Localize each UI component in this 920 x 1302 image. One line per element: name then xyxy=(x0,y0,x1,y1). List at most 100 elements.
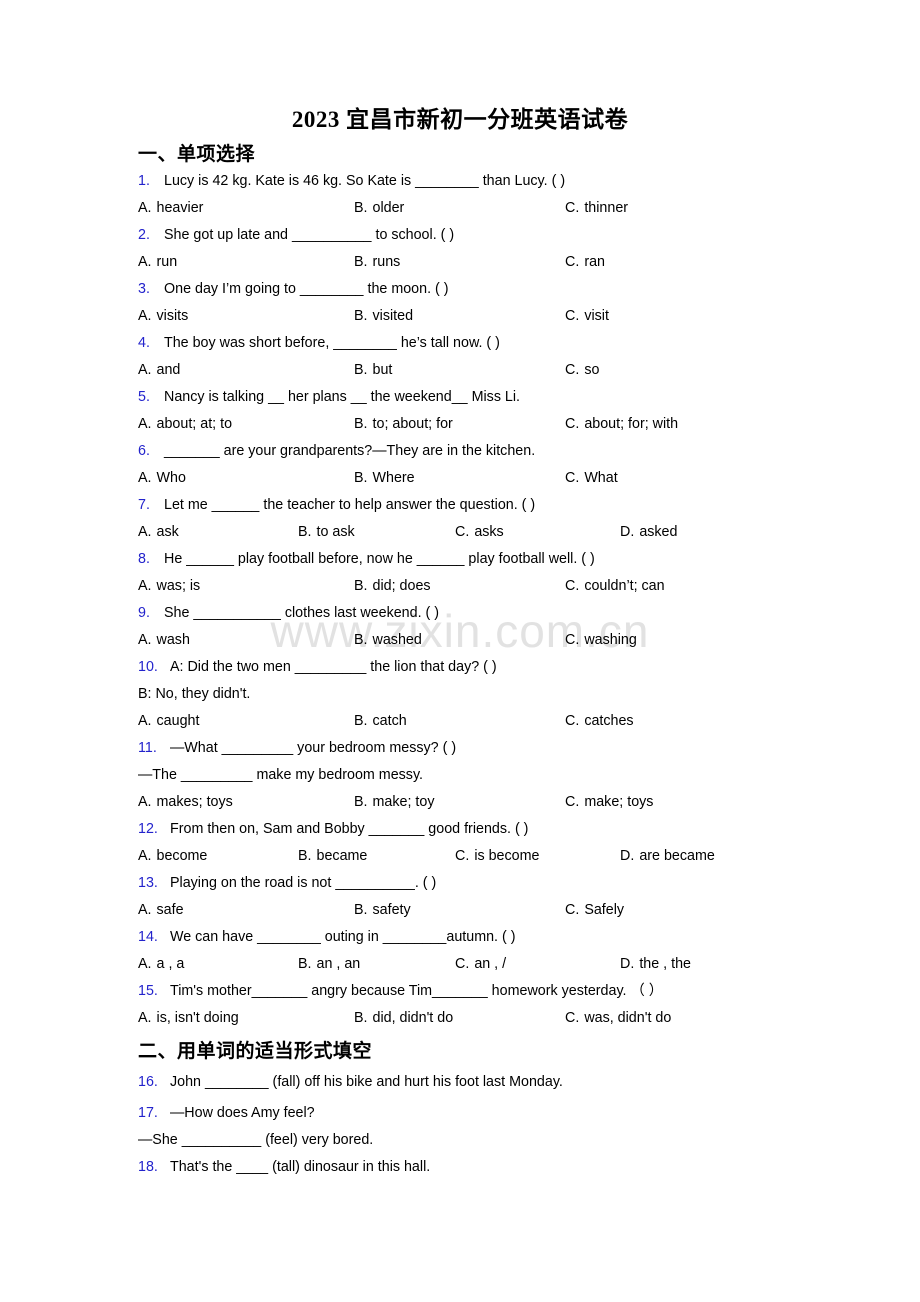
options-row-13: A. safe B. safety C. Safely xyxy=(0,897,920,924)
option-b[interactable]: B. to ask xyxy=(298,519,355,546)
option-c[interactable]: C. visit xyxy=(565,303,609,330)
option-c[interactable]: C. an , / xyxy=(455,951,506,978)
question-13: 13. Playing on the road is not __________… xyxy=(0,870,920,897)
option-a[interactable]: A. is, isn't doing xyxy=(138,1005,239,1032)
question-11: 11. —What _________ your bedroom messy? (… xyxy=(0,735,920,762)
option-c[interactable]: C. catches xyxy=(565,708,634,735)
option-c[interactable]: C. ran xyxy=(565,249,605,276)
option-b[interactable]: B. washed xyxy=(354,627,422,654)
question-number: 10. xyxy=(138,659,158,675)
question-8: 8. He ______ play football before, now he… xyxy=(0,546,920,573)
question-17-continuation: —She __________ (feel) very bored. xyxy=(138,1132,374,1148)
question-6: 6. _______ are your grandparents?—They ar… xyxy=(0,438,920,465)
option-b[interactable]: B. an , an xyxy=(298,951,360,978)
question-text: Tim's mother_______ angry because Tim___… xyxy=(170,983,664,999)
option-a[interactable]: A. and xyxy=(138,357,180,384)
question-text: _______ are your grandparents?—They are … xyxy=(164,443,536,459)
option-a[interactable]: A. safe xyxy=(138,897,184,924)
question-number: 8. xyxy=(138,551,150,567)
question-number: 12. xyxy=(138,821,158,837)
question-text: A: Did the two men _________ the lion th… xyxy=(170,659,497,675)
options-row-12: A. become B. became C. is become D. are beca… xyxy=(0,843,920,870)
question-number: 14. xyxy=(138,929,158,945)
option-c[interactable]: C. asks xyxy=(455,519,504,546)
question-number: 18. xyxy=(138,1159,158,1175)
options-row-7: A. ask B. to ask C. asks D. asked xyxy=(0,519,920,546)
options-row-5: A. about; at; to B. to; about; for C. about… xyxy=(0,411,920,438)
question-text: He ______ play football before, now he _… xyxy=(164,551,595,567)
options-row-11: A. makes; toys B. make; toy C. make; toys xyxy=(0,789,920,816)
option-a[interactable]: A. become xyxy=(138,843,207,870)
option-a[interactable]: A. was; is xyxy=(138,573,200,600)
question-number: 16. xyxy=(138,1074,158,1090)
question-1: 1. Lucy is 42 kg. Kate is 46 kg. So Kate … xyxy=(0,168,920,195)
option-c[interactable]: C. is become xyxy=(455,843,539,870)
question-10: 10. A: Did the two men _________ the lion… xyxy=(0,654,920,681)
question-text: From then on, Sam and Bobby _______ good… xyxy=(170,821,529,837)
option-a[interactable]: A. wash xyxy=(138,627,190,654)
question-9: 9. She ___________ clothes last weekend. … xyxy=(0,600,920,627)
question-15: 15. Tim's mother_______ angry because Tim… xyxy=(0,978,920,1005)
option-c[interactable]: C. couldn’t; can xyxy=(565,573,665,600)
option-a[interactable]: A. about; at; to xyxy=(138,411,232,438)
options-row-3: A. visits B. visited C. visit xyxy=(0,303,920,330)
option-a[interactable]: A. a , a xyxy=(138,951,184,978)
question-7: 7. Let me ______ the teacher to help answ… xyxy=(0,492,920,519)
option-c[interactable]: C. so xyxy=(565,357,599,384)
option-b[interactable]: B. but xyxy=(354,357,392,384)
question-number: 7. xyxy=(138,497,150,513)
options-row-14: A. a , a B. an , an C. an , / D. the , the xyxy=(0,951,920,978)
question-number: 5. xyxy=(138,389,150,405)
option-a[interactable]: A. heavier xyxy=(138,195,203,222)
question-number: 13. xyxy=(138,875,158,891)
option-b[interactable]: B. became xyxy=(298,843,367,870)
option-c[interactable]: C. washing xyxy=(565,627,637,654)
option-a[interactable]: A. ask xyxy=(138,519,179,546)
question-number: 4. xyxy=(138,335,150,351)
option-a[interactable]: A. caught xyxy=(138,708,199,735)
option-a[interactable]: A. Who xyxy=(138,465,186,492)
question-text: We can have ________ outing in ________a… xyxy=(170,929,516,945)
option-c[interactable]: C. was, didn't do xyxy=(565,1005,671,1032)
options-row-4: A. and B. but C. so xyxy=(0,357,920,384)
question-12: 12. From then on, Sam and Bobby _______ g… xyxy=(0,816,920,843)
option-d[interactable]: D. are became xyxy=(620,843,715,870)
option-c[interactable]: C. make; toys xyxy=(565,789,653,816)
options-row-6: A. Who B. Where C. What xyxy=(0,465,920,492)
question-text: That's the ____ (tall) dinosaur in this … xyxy=(170,1159,431,1175)
question-4: 4. The boy was short before, ________ he’… xyxy=(0,330,920,357)
options-row-10: A. caught B. catch C. catches xyxy=(0,708,920,735)
question-number: 11. xyxy=(138,740,157,756)
option-c[interactable]: C. thinner xyxy=(565,195,628,222)
options-row-1: A. heavier B. older C. thinner xyxy=(0,195,920,222)
option-b[interactable]: B. did; does xyxy=(354,573,431,600)
option-b[interactable]: B. Where xyxy=(354,465,415,492)
option-b[interactable]: B. did, didn't do xyxy=(354,1005,453,1032)
option-c[interactable]: C. Safely xyxy=(565,897,624,924)
option-c[interactable]: C. What xyxy=(565,465,618,492)
option-b[interactable]: B. to; about; for xyxy=(354,411,453,438)
question-11-continuation: —The _________ make my bedroom messy. xyxy=(138,767,424,783)
option-d[interactable]: D. asked xyxy=(620,519,677,546)
question-2: 2. She got up late and __________ to scho… xyxy=(0,222,920,249)
question-18: 18. That's the ____ (tall) dinosaur in th… xyxy=(0,1154,920,1181)
question-text: Playing on the road is not __________. (… xyxy=(170,875,437,891)
question-number: 1. xyxy=(138,173,150,189)
question-number: 15. xyxy=(138,983,158,999)
option-b[interactable]: B. safety xyxy=(354,897,411,924)
option-b[interactable]: B. visited xyxy=(354,303,413,330)
option-b[interactable]: B. runs xyxy=(354,249,400,276)
option-a[interactable]: A. visits xyxy=(138,303,188,330)
option-b[interactable]: B. make; toy xyxy=(354,789,435,816)
option-b[interactable]: B. older xyxy=(354,195,404,222)
question-text: John ________ (fall) off his bike and hu… xyxy=(170,1074,563,1090)
question-16: 16. John ________ (fall) off his bike and… xyxy=(0,1069,920,1096)
option-a[interactable]: A. makes; toys xyxy=(138,789,233,816)
option-a[interactable]: A. run xyxy=(138,249,177,276)
question-10-continuation: B: No, they didn't. xyxy=(138,686,251,702)
option-b[interactable]: B. catch xyxy=(354,708,407,735)
option-c[interactable]: C. about; for; with xyxy=(565,411,678,438)
question-number: 3. xyxy=(138,281,150,297)
option-d[interactable]: D. the , the xyxy=(620,951,691,978)
section-heading-1: 一、单项选择 xyxy=(138,144,256,165)
